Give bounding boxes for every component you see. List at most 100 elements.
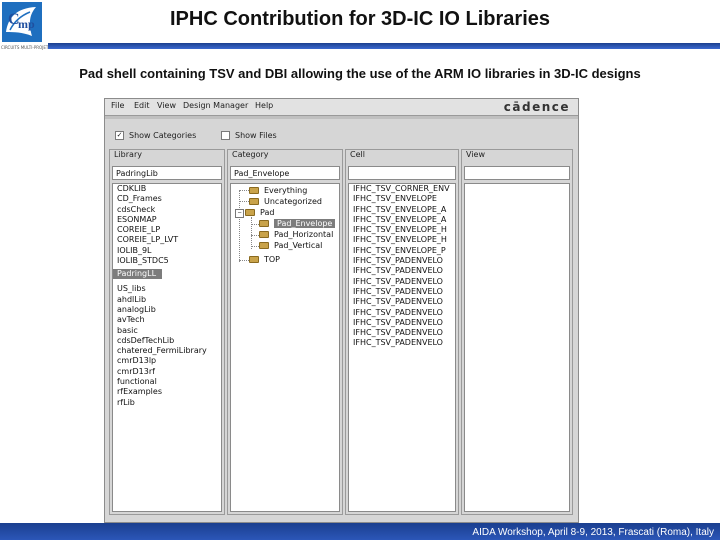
library-item[interactable]: rfExamples — [113, 387, 221, 397]
menu-divider — [105, 116, 578, 119]
cell-item[interactable]: IFHC_TSV_PADENVELO — [349, 308, 455, 318]
menu-view[interactable]: View — [157, 101, 176, 110]
cell-item[interactable]: IFHC_TSV_PADENVELO — [349, 328, 455, 338]
cell-item[interactable]: IFHC_TSV_ENVELOPE_H — [349, 225, 455, 235]
library-item[interactable]: ESONMAP — [113, 215, 221, 225]
library-header: Library — [114, 150, 142, 159]
logo-caption: CIRCUITS MULTI-PROJETS — [1, 45, 51, 50]
cell-input[interactable] — [348, 166, 456, 180]
cell-item[interactable]: IFHC_TSV_PADENVELO — [349, 266, 455, 276]
tree-item-label: Pad_Horizontal — [274, 230, 334, 239]
tree-connector — [251, 217, 252, 249]
tree-connector — [239, 260, 249, 261]
view-header: View — [466, 150, 485, 159]
library-item[interactable]: functional — [113, 377, 221, 387]
cell-item[interactable]: IFHC_TSV_ENVELOPE_P — [349, 246, 455, 256]
tree-item-label: Pad_Vertical — [274, 241, 323, 250]
library-input[interactable]: PadringLib — [112, 166, 222, 180]
title-rule — [48, 43, 720, 49]
tree-item-label: Everything — [264, 186, 308, 195]
folder-icon — [249, 187, 259, 194]
library-item[interactable]: CDKLIB — [113, 184, 221, 194]
library-item[interactable]: ahdlLib — [113, 295, 221, 305]
tree-item-top[interactable]: TOP — [249, 254, 280, 265]
cell-item[interactable]: IFHC_TSV_ENVELOPE_H — [349, 235, 455, 245]
library-item[interactable]: COREIE_LP — [113, 225, 221, 235]
folder-icon — [259, 242, 269, 249]
tree-connector — [239, 201, 249, 202]
tree-item-pad-vertical[interactable]: Pad_Vertical — [259, 240, 322, 251]
category-panel: Category Pad_Envelope − Everything Uncat… — [227, 149, 343, 515]
tree-item-label-selected: Pad_Envelope — [274, 219, 336, 228]
folder-icon — [259, 231, 269, 238]
checkbox-empty-icon — [221, 131, 230, 140]
tree-item-uncategorized[interactable]: Uncategorized — [249, 196, 322, 207]
library-item[interactable]: cdsDefTechLib — [113, 336, 221, 346]
folder-open-icon — [245, 209, 255, 216]
show-files-label: Show Files — [235, 131, 277, 140]
library-item[interactable]: US_libs — [113, 284, 221, 294]
library-item[interactable]: chatered_FermiLibrary — [113, 346, 221, 356]
cadence-logo: cādence — [503, 100, 570, 114]
cell-item[interactable]: IFHC_TSV_CORNER_ENV — [349, 184, 455, 194]
collapse-toggle-icon[interactable]: − — [235, 209, 244, 218]
menu-help[interactable]: Help — [255, 101, 273, 110]
show-categories-checkbox[interactable]: ✓ Show Categories — [115, 131, 196, 140]
view-input[interactable] — [464, 166, 570, 180]
cell-item[interactable]: IFHC_TSV_PADENVELO — [349, 256, 455, 266]
category-tree[interactable]: − Everything Uncategorized Pad Pad_Envel… — [230, 183, 340, 512]
library-item[interactable]: IOLIB_STDC5 — [113, 256, 221, 266]
menu-file[interactable]: File — [111, 101, 124, 110]
checkbox-checked-icon: ✓ — [115, 131, 124, 140]
library-panel: Library PadringLib CDKLIB CD_Frames cdsC… — [109, 149, 225, 515]
cell-list[interactable]: IFHC_TSV_CORNER_ENV IFHC_TSV_ENVELOPE IF… — [348, 183, 456, 512]
show-categories-label: Show Categories — [129, 131, 197, 140]
cell-header: Cell — [350, 150, 365, 159]
folder-icon — [249, 198, 259, 205]
library-item[interactable]: avTech — [113, 315, 221, 325]
slide-subtitle: Pad shell containing TSV and DBI allowin… — [79, 66, 641, 81]
view-panel: View — [461, 149, 573, 515]
menu-edit[interactable]: Edit — [134, 101, 150, 110]
cell-item[interactable]: IFHC_TSV_PADENVELO — [349, 338, 455, 348]
cell-item[interactable]: IFHC_TSV_ENVELOPE — [349, 194, 455, 204]
library-list[interactable]: CDKLIB CD_Frames cdsCheck ESONMAP COREIE… — [112, 183, 222, 512]
library-item[interactable]: cmrD13rf — [113, 367, 221, 377]
library-item[interactable]: COREIE_LP_LVT — [113, 235, 221, 245]
library-item[interactable]: analogLib — [113, 305, 221, 315]
cell-item[interactable]: IFHC_TSV_ENVELOPE_A — [349, 215, 455, 225]
footer-text: AIDA Workshop, April 8-9, 2013, Frascati… — [472, 527, 714, 538]
category-input[interactable]: Pad_Envelope — [230, 166, 340, 180]
cell-panel: Cell IFHC_TSV_CORNER_ENV IFHC_TSV_ENVELO… — [345, 149, 459, 515]
library-item-selected[interactable]: PadringLL — [113, 269, 163, 280]
tree-item-pad[interactable]: Pad — [245, 207, 274, 218]
tree-item-label: Uncategorized — [264, 197, 322, 206]
tree-item-label: TOP — [264, 255, 281, 264]
library-item[interactable]: rfLib — [113, 398, 221, 408]
library-item[interactable]: cdsCheck — [113, 205, 221, 215]
category-header: Category — [232, 150, 269, 159]
tree-item-everything[interactable]: Everything — [249, 185, 307, 196]
slide-title: IPHC Contribution for 3D-IC IO Libraries — [169, 8, 550, 30]
cell-item[interactable]: IFHC_TSV_PADENVELO — [349, 277, 455, 287]
tree-connector — [239, 190, 249, 191]
menu-bar: File Edit View Design Manager Help cāden… — [105, 99, 578, 116]
show-files-checkbox[interactable]: Show Files — [221, 131, 277, 140]
view-list[interactable] — [464, 183, 570, 512]
library-item[interactable]: CD_Frames — [113, 194, 221, 204]
library-item[interactable]: IOLIB_9L — [113, 246, 221, 256]
library-item[interactable]: cmrD13lp — [113, 356, 221, 366]
cell-item[interactable]: IFHC_TSV_PADENVELO — [349, 287, 455, 297]
tree-item-pad-horizontal[interactable]: Pad_Horizontal — [259, 229, 333, 240]
tree-connector — [251, 224, 259, 225]
folder-icon — [249, 256, 259, 263]
cell-item[interactable]: IFHC_TSV_PADENVELO — [349, 297, 455, 307]
menu-design-manager[interactable]: Design Manager — [183, 101, 248, 110]
cell-item[interactable]: IFHC_TSV_PADENVELO — [349, 318, 455, 328]
tree-connector — [251, 246, 259, 247]
folder-icon — [259, 220, 269, 227]
library-item[interactable]: basic — [113, 326, 221, 336]
tree-connector — [251, 235, 259, 236]
tree-item-pad-envelope[interactable]: Pad_Envelope — [259, 218, 336, 229]
cell-item[interactable]: IFHC_TSV_ENVELOPE_A — [349, 205, 455, 215]
